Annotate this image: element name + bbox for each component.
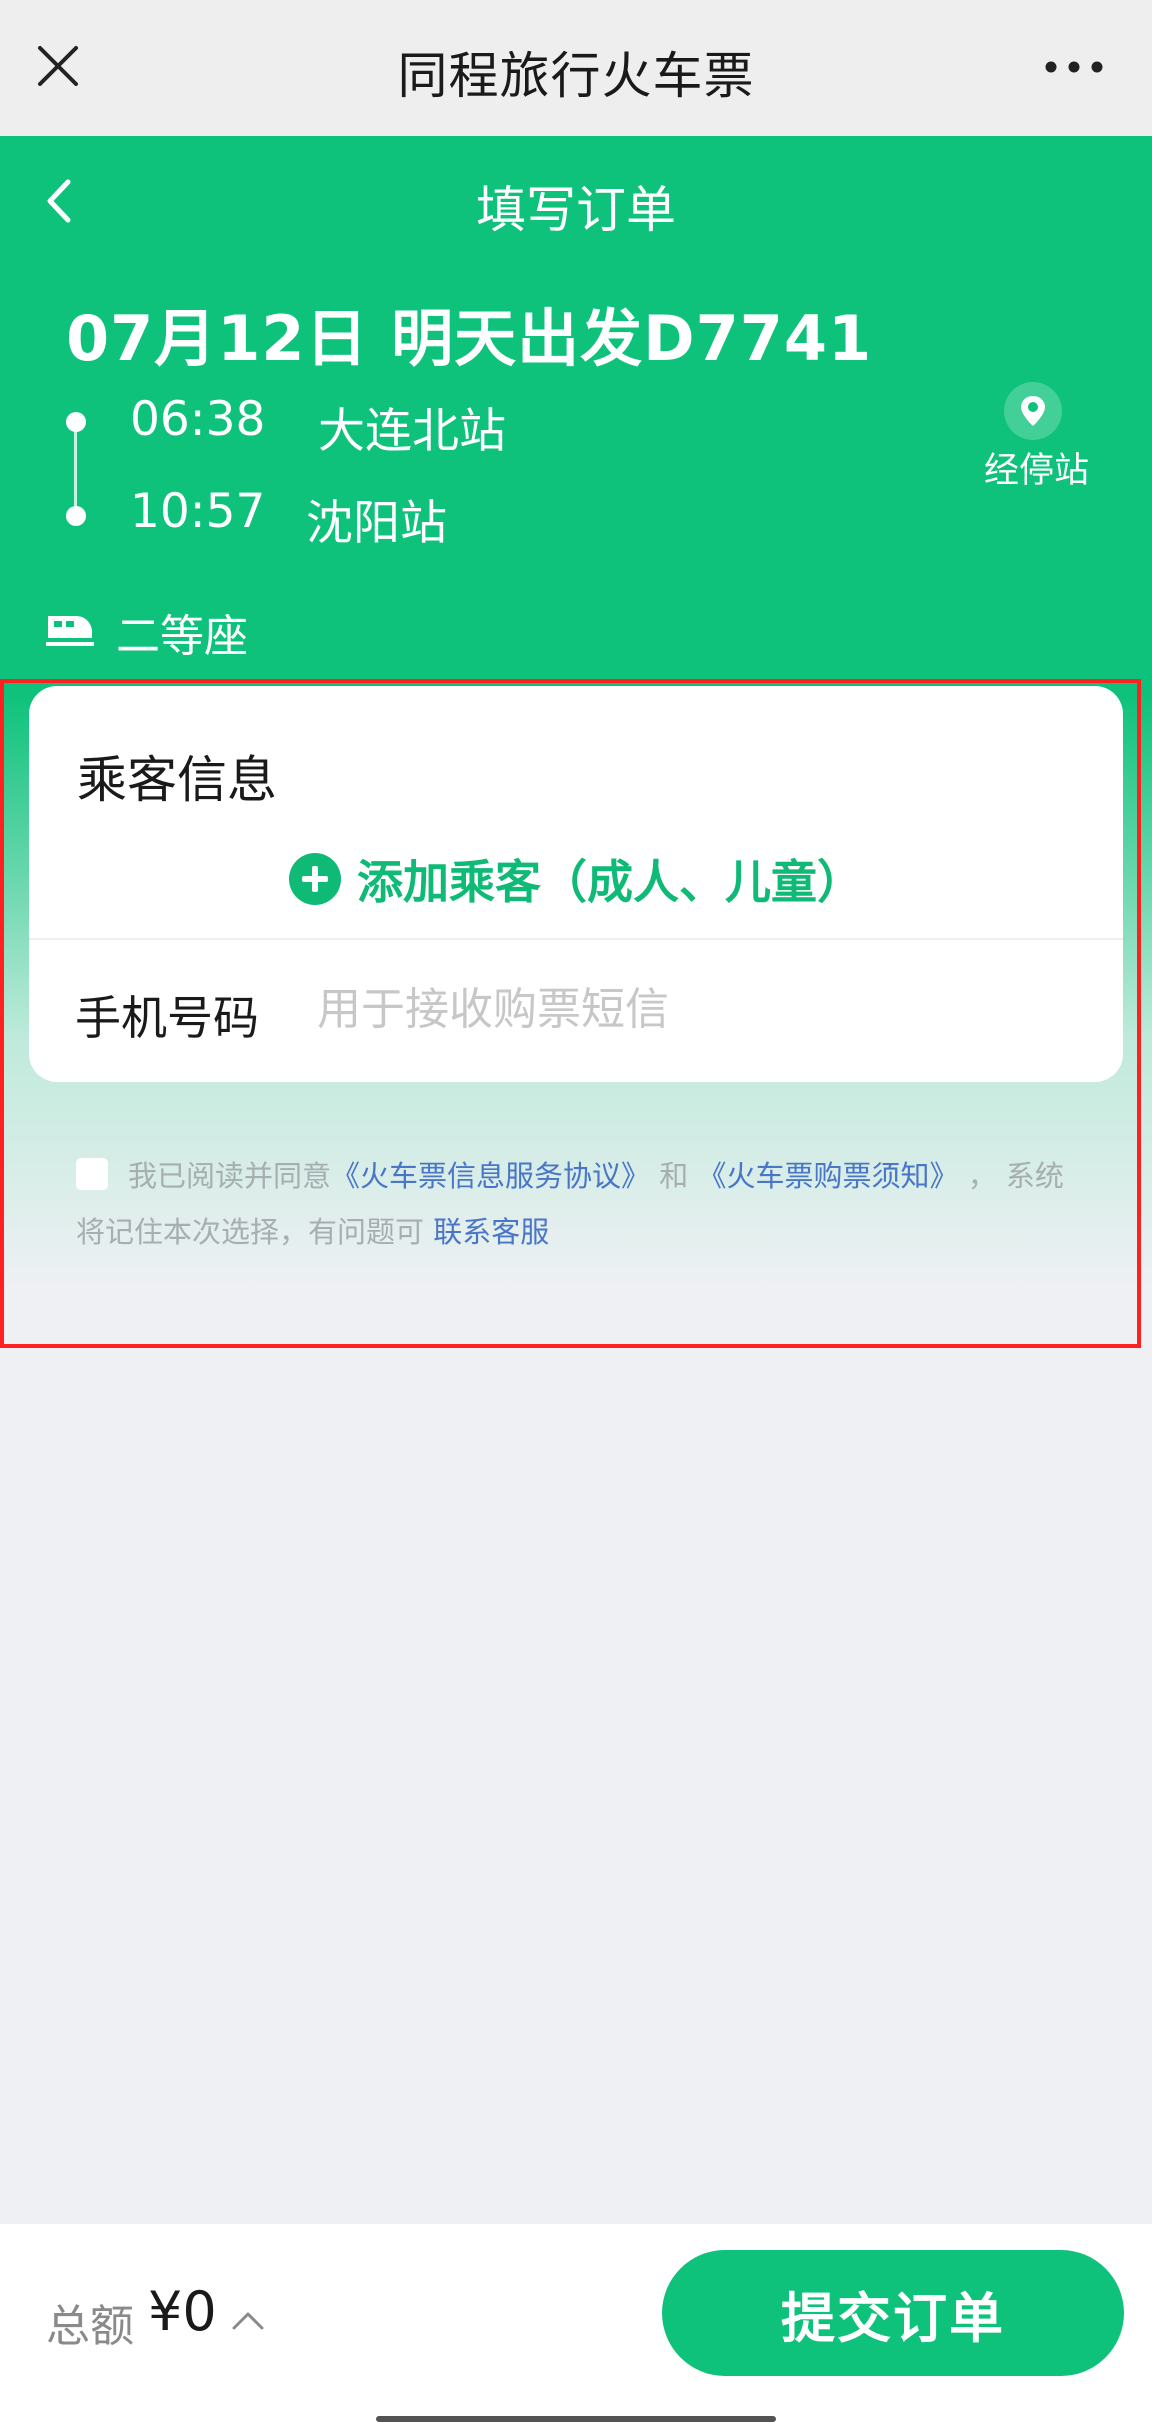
bottom-bar: 总额 ¥0 提交订单 (0, 2224, 1152, 2422)
departure-time: 06:38 (130, 392, 266, 447)
departure-dot (66, 412, 86, 432)
page-title: 填写订单 (476, 181, 676, 239)
stops-button[interactable] (1004, 382, 1062, 440)
highlight-box (0, 679, 1141, 1348)
departure-station: 大连北站 (318, 404, 506, 459)
train-seat-icon (46, 616, 94, 646)
chevron-up-icon[interactable] (230, 2308, 266, 2332)
arrival-dot (66, 506, 86, 526)
more-dots-icon[interactable] (1044, 60, 1104, 74)
stops-label[interactable]: 经停站 (984, 442, 1089, 493)
timeline-line (74, 424, 77, 516)
arrival-time: 10:57 (130, 484, 266, 539)
top-bar: 同程旅行火车票 (0, 0, 1152, 136)
total-label: 总额 (46, 2301, 134, 2352)
home-indicator (376, 2416, 776, 2422)
arrival-station: 沈阳站 (306, 496, 447, 551)
total-amount[interactable]: ¥0 (148, 2280, 217, 2343)
train-date-number: 07月12日 明天出发D7741 (66, 302, 873, 375)
window-title: 同程旅行火车票 (397, 47, 755, 105)
location-pin-icon (1021, 396, 1045, 426)
submit-order-button[interactable]: 提交订单 (662, 2250, 1124, 2376)
seat-type: 二等座 (116, 611, 248, 662)
